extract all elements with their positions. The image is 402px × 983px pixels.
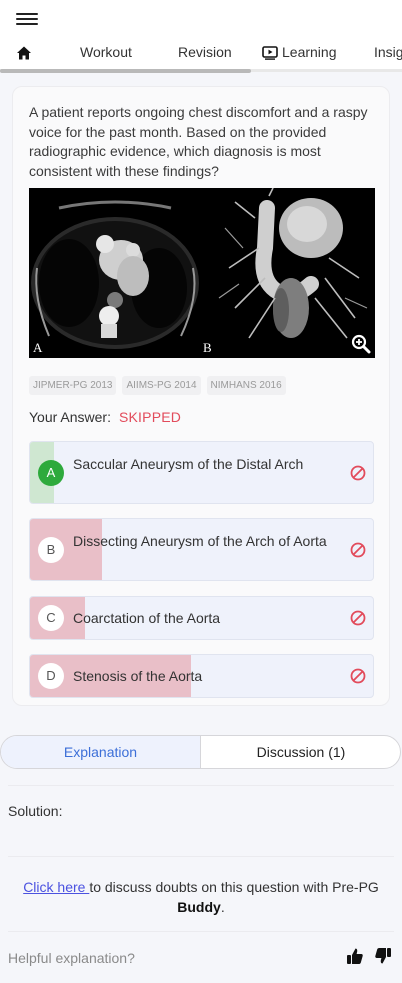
thumbs-down-icon[interactable] [374,947,392,965]
home-icon [17,46,31,60]
tab-insights[interactable]: Insig [374,36,402,70]
answer-status: SKIPPED [118,409,182,425]
explanation-section: Explanation Discussion (1) Solution: Cli… [0,718,402,983]
discuss-doubts-link[interactable]: Click here [23,879,89,895]
option-text: Coarctation of the Aorta [73,610,221,626]
panel-b-label: B [203,340,212,355]
tab-discussion[interactable]: Discussion (1) [201,736,400,768]
your-answer-row: Your Answer: SKIPPED [29,409,181,425]
option-text: Stenosis of the Aorta [73,668,203,684]
exam-tag: NIMHANS 2016 [206,376,286,395]
solution-label: Solution: [8,803,63,819]
option-letter: C [38,605,64,631]
option-a[interactable]: A Saccular Aneurysm of the Distal Arch [29,441,374,504]
blocked-icon [350,610,366,626]
option-b[interactable]: B Dissecting Aneurysm of the Arch of Aor… [29,518,374,581]
tab-revision[interactable]: Revision [178,36,232,70]
blocked-icon [350,465,366,481]
tab-explanation[interactable]: Explanation [1,736,201,768]
play-box-icon [262,46,278,60]
panel-a-label: A [33,340,43,355]
zoom-in-icon[interactable] [351,334,371,354]
divider [8,856,394,857]
buddy-name: Buddy [177,898,221,915]
top-bar: Workout Revision Learning Insig [0,0,402,73]
option-letter: B [38,537,64,563]
hamburger-icon[interactable] [16,10,38,30]
your-answer-label: Your Answer: [29,409,111,425]
tab-workout[interactable]: Workout [80,36,132,70]
question-image[interactable]: A B [29,188,375,358]
option-letter-correct: A [38,460,64,486]
option-c[interactable]: C Coarctation of the Aorta [29,596,374,640]
helpful-label: Helpful explanation? [8,950,135,966]
exam-tag: JIPMER-PG 2013 [29,376,117,395]
doubt-text: to discuss doubts on this question with … [89,879,379,895]
tab-learning[interactable]: Learning [262,36,337,70]
blocked-icon [350,668,366,684]
tab-learning-label: Learning [282,44,337,60]
thumbs-up-icon[interactable] [346,947,364,965]
question-text: A patient reports ongoing chest discomfo… [29,104,368,179]
option-d[interactable]: D Stenosis of the Aorta [29,654,374,698]
doubt-end: . [220,898,225,915]
tab-scroll-indicator[interactable] [0,69,251,73]
exam-tag: AIIMS-PG 2014 [122,376,201,395]
blocked-icon [350,542,366,558]
divider [8,931,394,932]
exam-tags: JIPMER-PG 2013 AIIMS-PG 2014 NIMHANS 2016 [29,376,292,396]
tab-home[interactable] [16,36,38,70]
option-text: Saccular Aneurysm of the Distal Arch [73,456,304,472]
ct-3d-panel: B [203,188,375,358]
radiograph-panels: A B [29,188,375,358]
question-card: A patient reports ongoing chest discomfo… [12,86,390,706]
option-letter: D [38,663,64,689]
explanation-toggle: Explanation Discussion (1) [0,735,401,769]
option-text: Dissecting Aneurysm of the Arch of Aorta [73,533,327,549]
doubt-prompt: Click here to discuss doubts on this que… [8,878,394,917]
divider [8,785,394,786]
main-tabs: Workout Revision Learning Insig [0,36,402,70]
